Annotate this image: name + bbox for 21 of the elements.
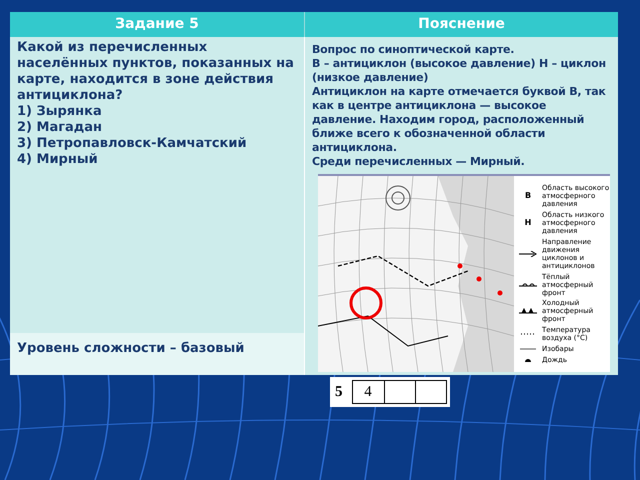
answer-option: 4) Мирный [17, 152, 297, 168]
column-header: Задание 5 [10, 12, 305, 37]
column-header: Пояснение [305, 12, 618, 37]
explanation-text: Антициклон на карте отмечается буквой В, так как в центре антициклона — высокое давление. Находим город, расположенный ближе всего к обозначенной области антициклона. [312, 85, 607, 155]
warm-front-icon [519, 282, 537, 288]
answer-option: 3) Петропавловск-Камчатский [17, 136, 297, 152]
answer-cell-text: 4 [363, 382, 373, 402]
answer-option: 1) Зырянка [17, 104, 297, 120]
difficulty-level: Уровень сложности – базовый [17, 340, 246, 358]
temperature-icon [519, 331, 537, 338]
legend-symbol: В [524, 192, 532, 200]
arrow-icon [519, 250, 537, 257]
task-number: 5 [335, 382, 342, 402]
explanation-text: В – антициклон (высокое давление) Н – циклон (низкое давление) [312, 57, 607, 85]
legend-symbol: Н [524, 218, 532, 227]
explanation-text: Среди перечисленных — Мирный. [312, 155, 526, 169]
answer-option: 2) Магадан [17, 120, 297, 136]
explanation-text: Вопрос по синоптической карте. [312, 43, 516, 57]
cold-front-icon [519, 308, 537, 314]
isobar-icon [519, 346, 537, 352]
question-text: Какой из перечисленных населённых пунктов, показанных на карте, находится в зоне действия антициклона? [17, 40, 295, 104]
